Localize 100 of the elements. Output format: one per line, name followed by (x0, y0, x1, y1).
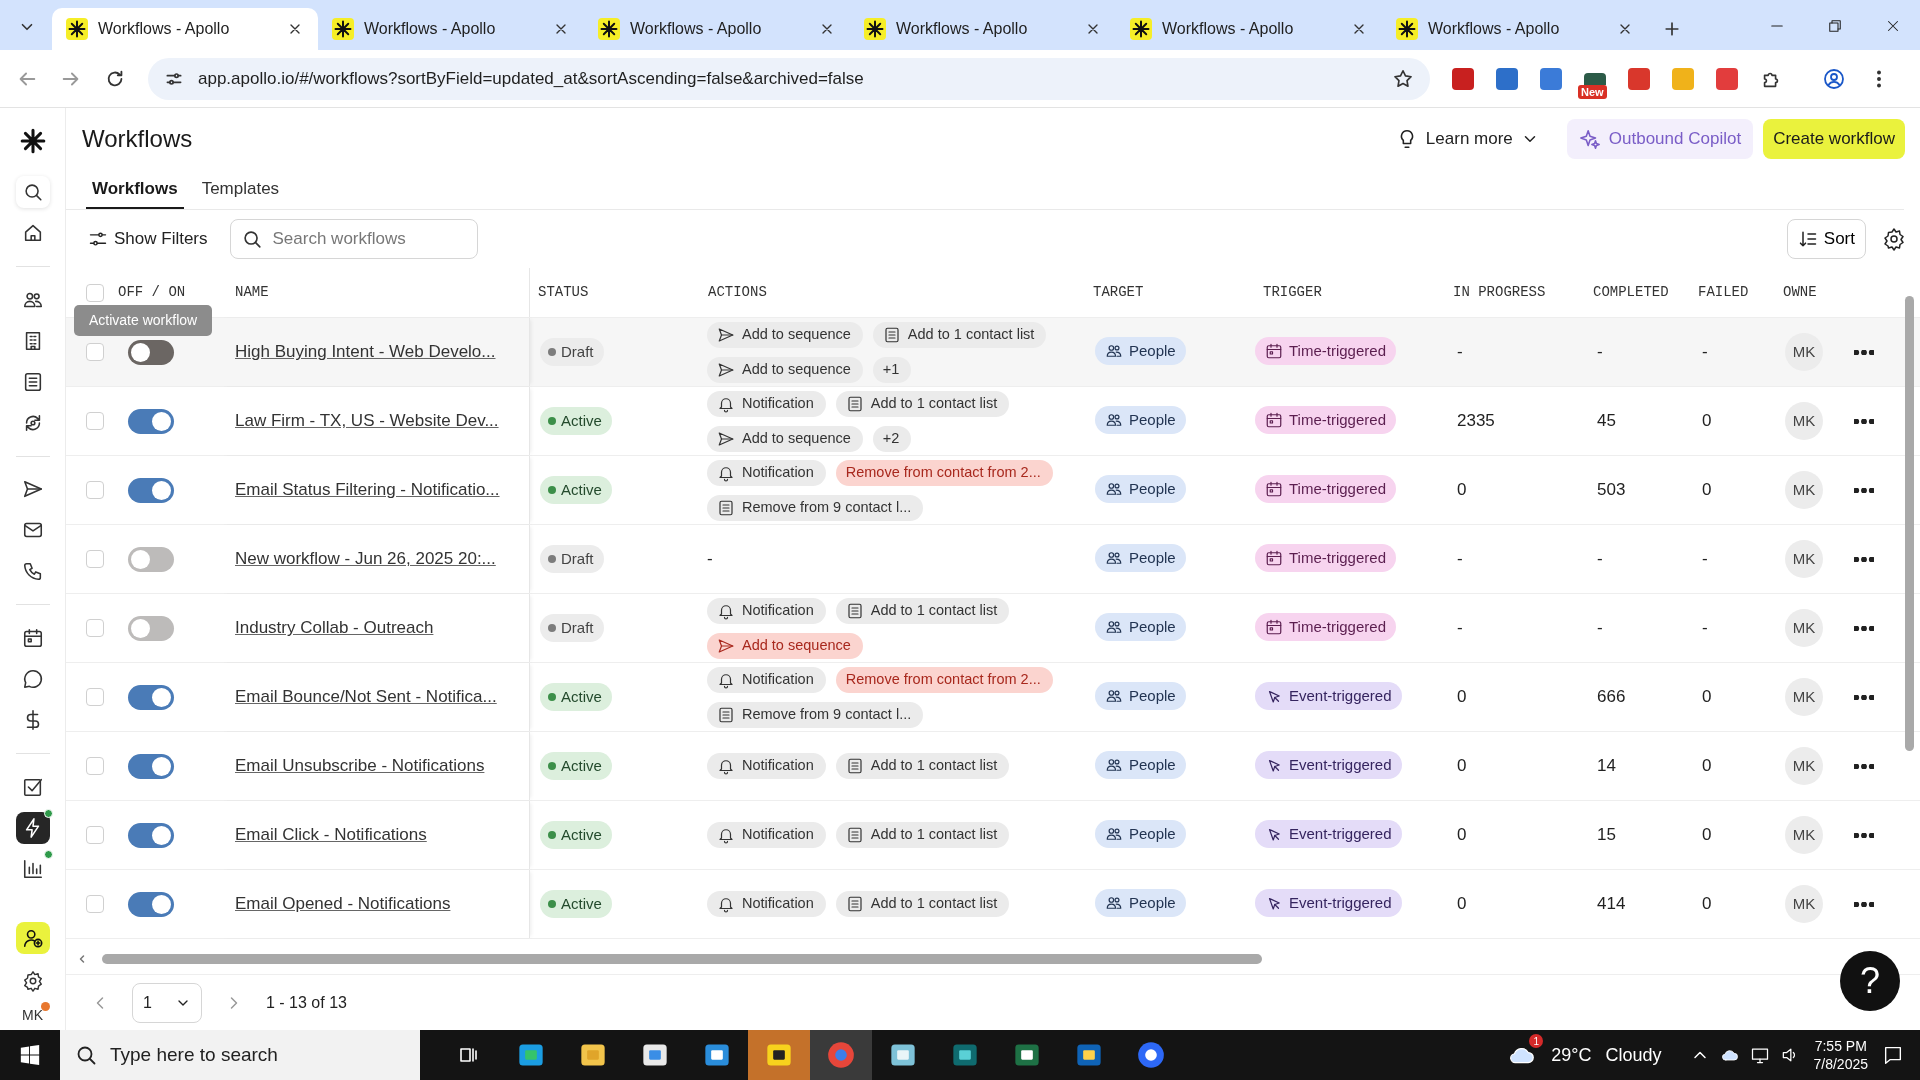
table-row[interactable]: Law Firm - TX, US - Website Dev... Active Notification Add to 1 contact list Add to sequence +2 People Time-triggered 2335 45 0 MK (66, 387, 1920, 456)
page-tab[interactable]: Workflows (86, 170, 184, 209)
row-checkbox[interactable] (86, 826, 104, 844)
toggle-switch[interactable] (128, 408, 174, 434)
row-checkbox[interactable] (86, 619, 104, 637)
notification-count: 1 (1529, 1034, 1544, 1048)
action-label: Add to sequence (742, 359, 851, 379)
workflow-link[interactable]: Law Firm - TX, US - Website Dev... (235, 408, 499, 434)
row-checkbox[interactable] (86, 481, 104, 499)
search-field[interactable]: Search workflows (229, 219, 478, 259)
extension-icon[interactable] (1452, 67, 1474, 90)
table-row[interactable]: Industry Collab - Outreach Draft Notification Add to 1 contact list Add to sequence People Time-triggered - - - MK (66, 594, 1920, 663)
avatar[interactable]: MK (17, 1001, 48, 1030)
clock-date: 7/8/2025 (1813, 1055, 1868, 1073)
extension-icon[interactable] (1628, 67, 1650, 90)
workflow-link[interactable]: High Buying Intent - Web Develo... (235, 339, 496, 365)
table-row[interactable]: Email Unsubscribe - Notifications Active Notification Add to 1 contact list People Event-triggered 0 14 0 MK (66, 732, 1920, 801)
copilot-button[interactable]: Outbound Copilot (1566, 119, 1754, 159)
settings-icon[interactable] (1882, 227, 1906, 251)
column-header: TRIGGER (1262, 283, 1323, 302)
horizontal-scrollbar[interactable] (102, 954, 1262, 964)
table-cell-text: - (1456, 549, 1463, 569)
status-badge: Draft (540, 545, 604, 573)
workflow-link[interactable]: Email Bounce/Not Sent - Notifica... (235, 684, 497, 710)
browser-tab[interactable]: Workflows - Apollo (850, 8, 1116, 50)
owner-avatar: MK (1785, 402, 1823, 440)
learn-more-button[interactable]: Learn more (1389, 125, 1545, 153)
page-select[interactable]: 1 (132, 982, 202, 1023)
toggle-switch[interactable] (128, 753, 174, 779)
table-row[interactable]: Email Opened - Notifications Active Notification Add to 1 contact list People Event-triggered 0 414 0 MK (66, 870, 1920, 939)
row-checkbox[interactable] (86, 343, 104, 361)
extension-icon[interactable] (1496, 67, 1518, 90)
table-row[interactable]: New workflow - Jun 26, 2025 20:... Draft - People Time-triggered - - - MK (66, 525, 1920, 594)
extension-icon[interactable] (1584, 72, 1606, 85)
list-icon (845, 895, 864, 913)
settings-icon[interactable] (21, 969, 44, 992)
toggle-switch[interactable] (128, 339, 174, 365)
column-header: OWNE (1782, 283, 1818, 302)
help-button[interactable]: ? (1840, 951, 1900, 1011)
windows-logo-icon[interactable] (19, 1044, 41, 1066)
asterisk-icon (1396, 18, 1418, 40)
target-label: People (1129, 754, 1176, 775)
table-cell-text: 0 (1701, 825, 1712, 845)
owner-avatar: MK (1785, 816, 1823, 854)
toggle-switch[interactable] (128, 822, 174, 848)
address-bar[interactable]: app.apollo.io/#/workflows?sortByField=updated_at&sortAscending=false&archived=false (148, 57, 1430, 100)
list-icon (845, 394, 864, 413)
browser-tab[interactable]: Workflows - Apollo (1382, 8, 1648, 50)
star-icon[interactable] (1392, 67, 1414, 90)
calendar-icon (1265, 479, 1283, 498)
add-person-button[interactable] (15, 921, 50, 954)
toggle-switch[interactable] (128, 615, 174, 641)
temperature: 29°C (1551, 1043, 1592, 1067)
browser-tab[interactable]: Workflows - Apollo (52, 8, 318, 50)
table-cell-text: - (1456, 618, 1463, 638)
table-row[interactable]: Email Bounce/Not Sent - Notifica... Active Notification Remove from contact from 2... Remove from 9 contact l... People Event-triggered 0 666 0 MK (66, 663, 1920, 732)
workflow-link[interactable]: Email Opened - Notifications (235, 891, 451, 917)
toggle-switch[interactable] (128, 684, 174, 710)
create-workflow-button[interactable]: Create workflow (1763, 119, 1905, 159)
sidebar-item[interactable] (15, 812, 50, 844)
workflow-link[interactable]: New workflow - Jun 26, 2025 20:... (235, 546, 496, 572)
extension-icon[interactable] (1540, 67, 1562, 90)
workflow-link[interactable]: Industry Collab - Outreach (235, 615, 434, 641)
table-row[interactable]: Email Status Filtering - Notificatio... Active Notification Remove from contact from 2... Remove from 9 contact l... People Time-triggered 0 503 0 MK (66, 456, 1920, 525)
action-label: Add to 1 contact list (870, 894, 998, 914)
workflow-link[interactable]: Email Status Filtering - Notificatio... (235, 477, 500, 503)
sidebar-item[interactable] (15, 176, 50, 208)
table-cell-text: 0 (1456, 894, 1467, 914)
row-checkbox[interactable] (86, 895, 104, 913)
select-all-checkbox[interactable] (86, 283, 104, 302)
action-tag: Remove from contact from 2... (835, 459, 1053, 486)
row-checkbox[interactable] (86, 757, 104, 775)
page-tab[interactable]: Templates (195, 170, 286, 209)
action-tag: +2 (872, 425, 912, 452)
taskbar-app-icon[interactable] (1137, 1041, 1165, 1069)
row-checkbox[interactable] (86, 550, 104, 568)
toggle-switch[interactable] (128, 891, 174, 917)
tab-title: Workflows - Apollo (630, 19, 763, 39)
restore-icon[interactable] (1826, 17, 1844, 35)
extension-icon[interactable] (1716, 67, 1738, 90)
toggle-switch[interactable] (128, 546, 174, 572)
taskbar-search-field[interactable]: Type here to search (60, 1030, 420, 1080)
profile-icon[interactable] (1822, 66, 1846, 91)
notifications-icon[interactable] (1882, 1044, 1904, 1066)
row-checkbox[interactable] (86, 412, 104, 430)
status-badge: Active (540, 890, 612, 918)
show-filters-button[interactable]: Show Filters (82, 225, 214, 253)
sort-button[interactable]: Sort (1786, 219, 1866, 259)
toggle-switch[interactable] (128, 477, 174, 503)
table-row[interactable]: Email Click - Notifications Active Notification Add to 1 contact list People Event-triggered 0 15 0 MK (66, 801, 1920, 870)
workflow-link[interactable]: Email Unsubscribe - Notifications (235, 753, 485, 779)
browser-tab[interactable]: Workflows - Apollo (318, 8, 584, 50)
row-checkbox[interactable] (86, 688, 104, 706)
table-cell-text: 503 (1596, 480, 1626, 500)
asterisk-icon (864, 18, 886, 40)
browser-tab[interactable]: Workflows - Apollo (1116, 8, 1382, 50)
column-header: IN PROGRESS (1452, 283, 1547, 302)
column-header: COMPLETED (1592, 283, 1670, 302)
workflow-link[interactable]: Email Click - Notifications (235, 822, 427, 848)
browser-tab[interactable]: Workflows - Apollo (584, 8, 850, 50)
